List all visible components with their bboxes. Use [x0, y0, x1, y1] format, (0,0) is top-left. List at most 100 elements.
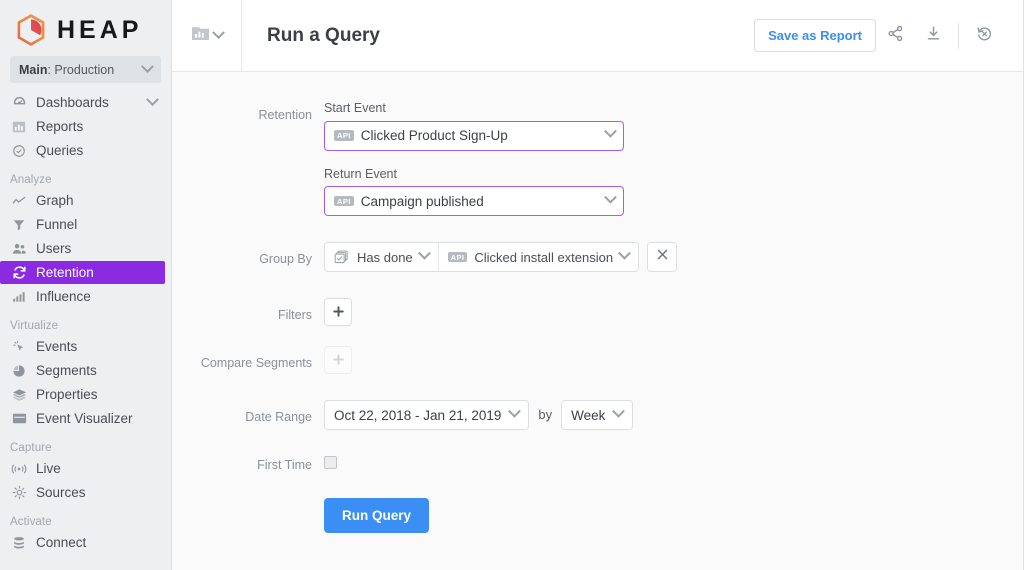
start-event-value: Clicked Product Sign-Up [360, 128, 508, 143]
compare-segments-row: Compare Segments [172, 346, 1023, 374]
run-query-spacer [172, 498, 324, 505]
sidebar-item-label: Queries [36, 143, 84, 158]
sidebar-item-connect[interactable]: Connect [0, 531, 171, 554]
brand-logo[interactable]: HEAP [0, 0, 171, 50]
add-filter-button[interactable] [324, 298, 352, 326]
group-by-controls: Has done API Clicked install extension [324, 242, 678, 272]
sidebar-item-reports[interactable]: Reports [0, 115, 171, 138]
date-range-by-text: by [538, 407, 553, 422]
sidebar-item-label: Segments [36, 363, 97, 378]
download-icon [925, 25, 942, 47]
plus-icon [332, 303, 345, 322]
sidebar-item-dashboards[interactable]: Dashboards [0, 91, 171, 114]
sidebar-nav: Dashboards Reports Queries Analyze Graph… [0, 91, 171, 554]
sidebar-item-influence[interactable]: Influence [0, 285, 171, 308]
add-compare-segment-button[interactable] [324, 346, 352, 374]
first-time-checkbox[interactable] [324, 456, 337, 469]
window-icon [10, 411, 28, 427]
app-root: HEAP Main : Production Dashboards Report… [0, 0, 1024, 570]
brand-name: HEAP [57, 16, 143, 44]
save-as-report-button[interactable]: Save as Report [754, 19, 876, 52]
sidebar-item-events[interactable]: Events [0, 335, 171, 358]
group-by-pill-group: Has done API Clicked install extension [324, 242, 640, 272]
group-by-remove-button[interactable] [647, 242, 678, 272]
retention-refresh-icon [10, 265, 28, 281]
share-icon [887, 25, 904, 47]
date-range-value: Oct 22, 2018 - Jan 21, 2019 [334, 407, 502, 423]
sidebar-item-queries[interactable]: Queries [0, 139, 171, 162]
chevron-down-icon [604, 124, 617, 138]
sidebar: HEAP Main : Production Dashboards Report… [0, 0, 172, 570]
funnel-icon [10, 217, 28, 233]
database-stack-icon [10, 535, 28, 551]
layers-icon [10, 387, 28, 403]
users-icon [10, 241, 28, 257]
start-event-label: Start Event [324, 101, 386, 115]
group-by-event-value: Clicked install extension [474, 249, 614, 265]
bar-chart-icon [10, 119, 28, 135]
compare-segments-label: Compare Segments [200, 356, 312, 370]
run-query-button[interactable]: Run Query [324, 497, 430, 533]
sidebar-item-label: Dashboards [36, 95, 109, 110]
checkbox-stack-icon [334, 250, 350, 265]
top-bar-actions: Save as Report [754, 17, 1023, 55]
return-event-select[interactable]: API Campaign published [324, 186, 624, 216]
date-range-select[interactable]: Oct 22, 2018 - Jan 21, 2019 [324, 400, 530, 430]
sidebar-item-segments[interactable]: Segments [0, 359, 171, 382]
sidebar-item-label: Live [36, 461, 61, 476]
query-form: Retention Start Event API Clicked Produc… [172, 72, 1023, 533]
api-badge: API [447, 251, 468, 263]
first-time-row: First Time [172, 456, 1023, 472]
sidebar-item-label: Events [36, 339, 78, 354]
environment-main-label: Main [19, 62, 48, 77]
date-interval-select[interactable]: Week [561, 400, 634, 430]
group-by-condition-value: Has done [357, 249, 413, 265]
chevron-down-icon [211, 26, 225, 40]
plus-icon [332, 351, 345, 370]
sidebar-item-live[interactable]: Live [0, 457, 171, 480]
close-x-icon [656, 248, 669, 266]
chevron-down-icon [612, 404, 626, 418]
sun-rays-icon [10, 485, 28, 501]
retention-fields: Start Event API Clicked Product Sign-Up … [324, 102, 624, 216]
sidebar-item-graph[interactable]: Graph [0, 189, 171, 212]
share-button[interactable] [876, 17, 914, 55]
sidebar-item-users[interactable]: Users [0, 237, 171, 260]
return-event-label: Return Event [324, 166, 397, 181]
page-title: Run a Query [267, 24, 380, 46]
return-event-value: Campaign published [360, 193, 484, 209]
chevron-down-icon [508, 404, 522, 418]
reset-query-button[interactable] [965, 17, 1003, 55]
chevron-down-icon [141, 60, 154, 74]
sidebar-item-label: Users [36, 241, 72, 256]
date-range-label: Date Range [245, 410, 312, 424]
group-by-event-select[interactable]: API Clicked install extension [437, 243, 638, 271]
line-chart-icon [10, 193, 28, 209]
download-button[interactable] [914, 17, 952, 55]
sidebar-item-properties[interactable]: Properties [0, 383, 171, 406]
sidebar-section-title-capture: Capture [10, 442, 52, 454]
chevron-down-icon [618, 246, 631, 260]
filters-label: Filters [277, 308, 312, 322]
sidebar-item-event-visualizer[interactable]: Event Visualizer [0, 407, 171, 430]
dashboard-gauge-icon [10, 95, 28, 111]
sidebar-section-title-virtualize: Virtualize [10, 320, 59, 332]
sidebar-item-label: Funnel [36, 217, 78, 232]
pie-chart-icon [10, 363, 28, 379]
sidebar-item-sources[interactable]: Sources [0, 481, 171, 504]
sidebar-item-funnel[interactable]: Funnel [0, 213, 171, 236]
environment-selector[interactable]: Main : Production [10, 56, 161, 83]
group-by-condition-select[interactable]: Has done [325, 243, 438, 271]
filters-row: Filters [172, 298, 1023, 326]
view-type-selector[interactable] [172, 0, 242, 72]
sidebar-item-label: Connect [36, 535, 87, 550]
date-interval-value: Week [571, 407, 606, 423]
environment-value-label: : Production [47, 62, 115, 77]
sidebar-item-retention[interactable]: Retention [0, 261, 165, 284]
group-by-label: Group By [259, 252, 312, 266]
start-event-select[interactable]: API Clicked Product Sign-Up [324, 120, 624, 151]
sidebar-item-label: Retention [36, 265, 94, 280]
retention-row: Retention Start Event API Clicked Produc… [172, 102, 1023, 216]
